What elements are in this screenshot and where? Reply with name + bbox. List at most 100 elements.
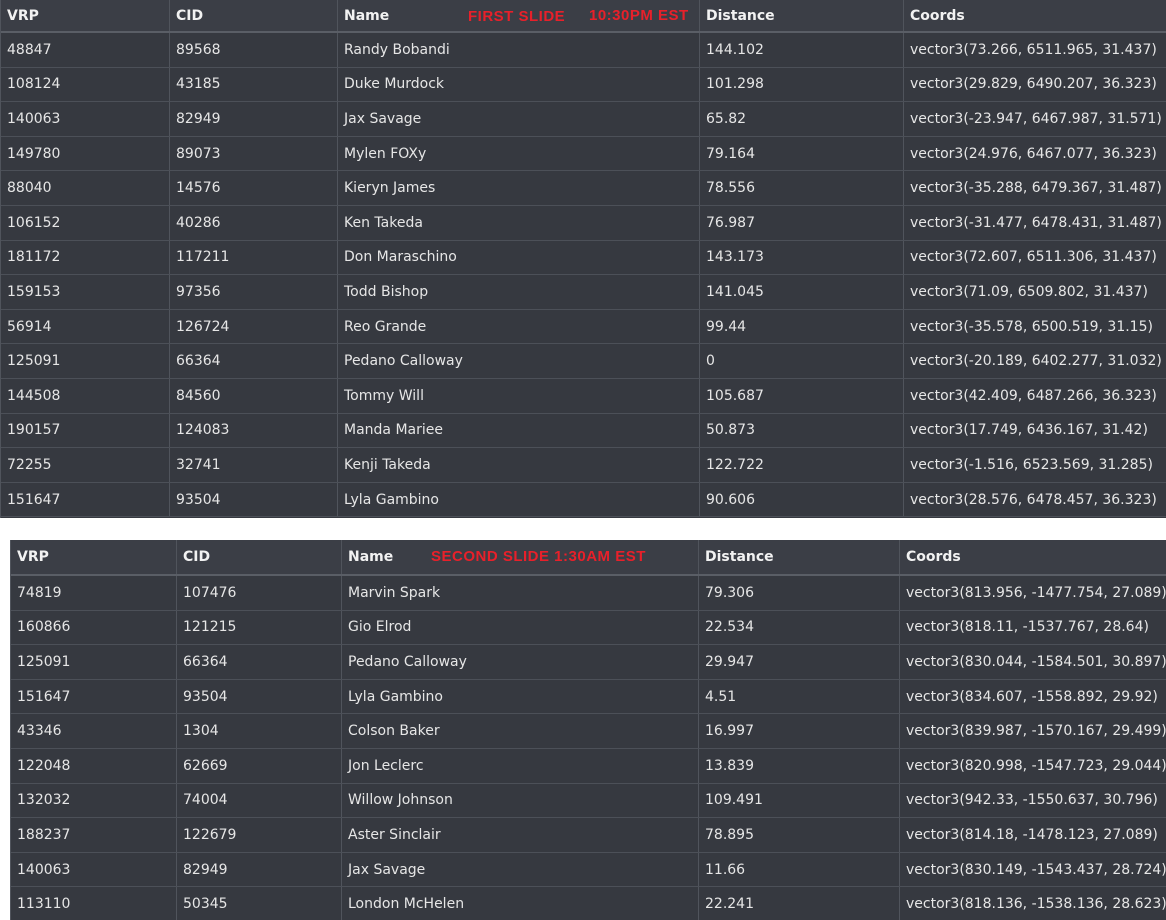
- distance-cell: 143.173: [699, 240, 903, 275]
- name-cell: Todd Bishop: [337, 275, 699, 309]
- cid-cell: 89568: [169, 33, 337, 67]
- name-cell: Mylen FOXy: [337, 136, 699, 171]
- coords-cell: vector3(71.09, 6509.802, 31.437): [903, 275, 1166, 309]
- vrp-cell: 108124: [7, 76, 61, 93]
- cid-cell: 89073: [169, 136, 337, 171]
- distance-cell: 78.895: [698, 818, 899, 852]
- name-cell: Kenji Takeda: [337, 448, 699, 482]
- distance-cell: 22.534: [698, 610, 899, 645]
- distance-cell: 79.164: [699, 136, 903, 171]
- coords-cell: vector3(814.18, -1478.123, 27.089): [899, 818, 1166, 852]
- coords-cell: vector3(28.576, 6478.457, 36.323): [903, 482, 1166, 517]
- second-slide-label: SECOND SLIDE 1:30AM EST: [431, 548, 646, 565]
- cid-cell: 82949: [176, 852, 341, 887]
- name-cell: Willow Johnson: [341, 783, 708, 818]
- table-row: 106152 40286 Ken Takeda 76.987 vector3(-31.4…: [1, 205, 1166, 241]
- coords-cell: vector3(830.044, -1584.501, 30.897): [899, 645, 1166, 679]
- coords-cell: vector3(818.136, -1538.136, 28.623): [899, 887, 1166, 920]
- coords-cell: vector3(17.749, 6436.167, 31.42): [903, 413, 1166, 448]
- coords-cell: vector3(839.987, -1570.167, 29.499): [899, 714, 1166, 748]
- table-row: 140063 82949 Jax Savage 65.82 vector3(-23.94…: [1, 102, 1166, 137]
- name-cell: London McHelen: [341, 887, 708, 920]
- coords-cell: vector3(942.33, -1550.637, 30.796): [899, 783, 1166, 818]
- coords-cell: vector3(73.266, 6511.965, 31.437): [903, 33, 1166, 67]
- column-header-vrp: VRP: [17, 549, 49, 565]
- name-cell: Marvin Spark: [341, 576, 708, 610]
- table-row: 188237 122679 Aster Sinclair 78.895 vector3(…: [11, 818, 1166, 853]
- distance-cell: 99.44: [699, 309, 903, 344]
- coords-cell: vector3(-35.578, 6500.519, 31.15): [903, 309, 1166, 344]
- vrp-cell: 56914: [7, 318, 52, 335]
- vrp-cell: 151647: [17, 688, 71, 705]
- vrp-cell: 144508: [7, 387, 61, 404]
- column-header-distance: Distance: [698, 540, 899, 574]
- table-row: 72255 32741 Kenji Takeda 122.722 vector3(-1.…: [1, 448, 1166, 483]
- distance-cell: 22.241: [698, 887, 899, 920]
- vrp-cell: 48847: [7, 41, 52, 58]
- distance-cell: 11.66: [698, 852, 899, 887]
- second-slide-table: VRP CID Name Distance Coords 74819 107476…: [10, 540, 1166, 920]
- cid-cell: 107476: [176, 576, 341, 610]
- distance-cell: 144.102: [699, 33, 903, 67]
- column-header-cid: CID: [176, 540, 341, 574]
- name-cell: Lyla Gambino: [337, 482, 699, 517]
- vrp-cell: 149780: [7, 145, 61, 162]
- vrp-cell: 188237: [17, 826, 71, 843]
- coords-cell: vector3(42.409, 6487.266, 36.323): [903, 378, 1166, 413]
- coords-cell: vector3(24.976, 6467.077, 36.323): [903, 136, 1166, 171]
- cid-cell: 82949: [169, 102, 337, 136]
- vrp-cell: 74819: [17, 584, 62, 601]
- vrp-cell: 125091: [7, 353, 61, 370]
- first-slide-time: 10:30PM EST: [589, 7, 689, 24]
- name-cell: Aster Sinclair: [341, 818, 708, 852]
- coords-cell: vector3(834.607, -1558.892, 29.92): [899, 679, 1166, 714]
- vrp-cell: 190157: [7, 422, 61, 439]
- name-cell: Jax Savage: [337, 102, 699, 136]
- distance-cell: 50.873: [699, 413, 903, 448]
- table-row: 113110 50345 London McHelen 22.241 vector3(8…: [11, 887, 1166, 920]
- cid-cell: 43185: [169, 67, 337, 102]
- distance-cell: 122.722: [699, 448, 903, 482]
- vrp-cell: 181172: [7, 249, 61, 266]
- vrp-cell: 151647: [7, 491, 61, 508]
- coords-cell: vector3(830.149, -1543.437, 28.724): [899, 852, 1166, 887]
- table-row: 181172 117211 Don Maraschino 143.173 vector3…: [1, 240, 1166, 276]
- table-row: 132032 74004 Willow Johnson 109.491 vector3(…: [11, 783, 1166, 819]
- coords-cell: vector3(820.998, -1547.723, 29.044): [899, 748, 1166, 783]
- coords-cell: vector3(72.607, 6511.306, 31.437): [903, 240, 1166, 275]
- distance-cell: 79.306: [698, 576, 899, 610]
- name-cell: Gio Elrod: [341, 610, 708, 645]
- vrp-cell: 140063: [7, 110, 61, 127]
- column-header-vrp: VRP: [7, 7, 39, 24]
- coords-cell: vector3(-35.288, 6479.367, 31.487): [903, 171, 1166, 205]
- cid-cell: 93504: [176, 679, 341, 714]
- name-cell: Ken Takeda: [337, 205, 699, 240]
- cid-cell: 84560: [169, 378, 337, 413]
- name-cell: Randy Bobandi: [337, 33, 699, 67]
- name-cell: Manda Mariee: [337, 413, 699, 448]
- name-cell: Kieryn James: [337, 171, 699, 205]
- name-cell: Duke Murdock: [337, 67, 699, 102]
- second-slide-table-body: 74819 107476 Marvin Spark 79.306 vector3(813…: [11, 576, 1166, 920]
- name-cell: Don Maraschino: [337, 240, 699, 275]
- distance-cell: 65.82: [699, 102, 903, 136]
- table-row: 160866 121215 Gio Elrod 22.534 vector3(818.1…: [11, 610, 1166, 646]
- cid-cell: 122679: [176, 818, 341, 852]
- coords-cell: vector3(-31.477, 6478.431, 31.487): [903, 205, 1166, 240]
- coords-cell: vector3(818.11, -1537.767, 28.64): [899, 610, 1166, 645]
- table-row: 140063 82949 Jax Savage 11.66 vector3(830.14…: [11, 852, 1166, 888]
- table-row: 48847 89568 Randy Bobandi 144.102 vector3(73…: [1, 33, 1166, 68]
- cid-cell: 97356: [169, 275, 337, 309]
- distance-cell: 0: [699, 344, 903, 378]
- table-row: 74819 107476 Marvin Spark 79.306 vector3(813…: [11, 576, 1166, 611]
- vrp-cell: 132032: [17, 792, 71, 809]
- cid-cell: 50345: [176, 887, 341, 920]
- name-cell: Colson Baker: [341, 714, 708, 748]
- vrp-cell: 140063: [17, 861, 71, 878]
- cid-cell: 93504: [169, 482, 337, 517]
- coords-cell: vector3(29.829, 6490.207, 36.323): [903, 67, 1166, 102]
- distance-cell: 4.51: [698, 679, 899, 714]
- column-header-distance: Distance: [699, 0, 903, 31]
- distance-cell: 105.687: [699, 378, 903, 413]
- table-row: 122048 62669 Jon Leclerc 13.839 vector3(820.…: [11, 748, 1166, 784]
